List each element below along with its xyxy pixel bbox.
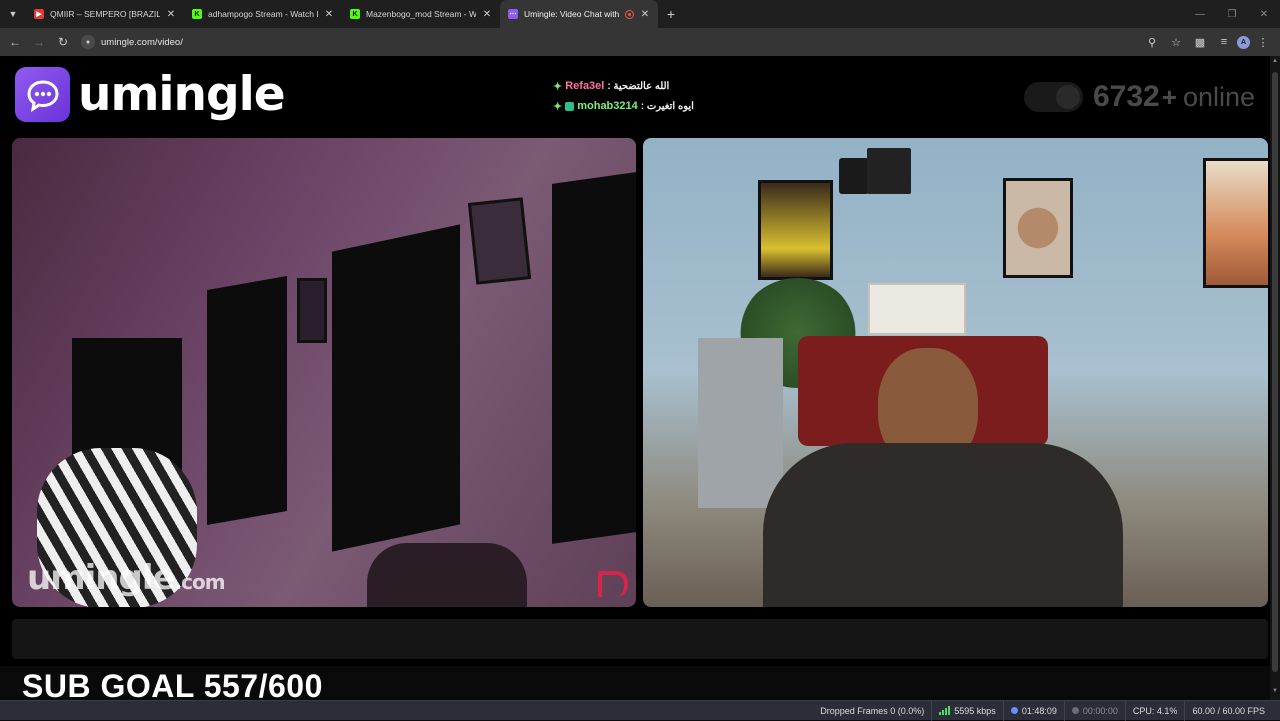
scroll-down-icon[interactable]: ▼ — [1270, 688, 1280, 698]
record-time: 00:00:00 — [1063, 700, 1125, 721]
sub-goal-overlay: SUB GOAL 557/600 — [22, 668, 323, 700]
tab-kick-mazenbogo[interactable]: K Mazenbogo_mod Stream - Wa ✕ — [342, 0, 500, 28]
person — [763, 348, 1123, 607]
chat-username: Refa3el — [565, 80, 605, 92]
tab-youtube[interactable]: ▶ QMIIR – SEMPERO [BRAZILIAN ✕ — [26, 0, 184, 28]
browser-tab-bar: ▼ ▶ QMIIR – SEMPERO [BRAZILIAN ✕ K adham… — [0, 0, 1280, 28]
forward-icon[interactable]: → — [27, 28, 51, 56]
webpage: umingle ✦ Refa3el الله عالتضحية : ✦ moha… — [0, 56, 1280, 700]
youtube-icon: ▶ — [34, 9, 44, 19]
bookmark-star-icon[interactable]: ☆ — [1165, 28, 1187, 56]
wall-frame — [467, 197, 532, 285]
cpu-usage: CPU: 4.1% — [1124, 700, 1185, 721]
back-icon[interactable]: ← — [3, 28, 27, 56]
close-tab-icon[interactable]: ✕ — [482, 9, 492, 20]
restore-icon[interactable]: ❐ — [1216, 0, 1248, 28]
chat-bubble-icon — [15, 67, 70, 122]
new-tab-button[interactable]: + — [658, 6, 684, 22]
fps: 60.00 / 60.00 FPS — [1184, 700, 1272, 721]
umingle-logo[interactable]: umingle — [15, 67, 286, 122]
online-label: online — [1182, 81, 1255, 112]
url-text: umingle.com/video/ — [101, 36, 183, 48]
toolbar-actions: ⚲ ☆ ▩ ≡ A ⋮ — [1141, 28, 1274, 56]
obs-status-bar: Dropped Frames 0 (0.0%) 5595 kbps 01:48:… — [0, 700, 1280, 721]
scroll-up-icon[interactable]: ▲ — [1270, 58, 1280, 68]
record-status-icon — [1071, 707, 1079, 714]
stream-time: 01:48:09 — [1002, 700, 1064, 721]
close-tab-icon[interactable]: ✕ — [640, 9, 650, 20]
poster-face — [1003, 178, 1073, 278]
poster-basketball — [758, 180, 833, 280]
dropped-frames: Dropped Frames 0 (0.0%) — [820, 705, 925, 716]
online-count: 6732 — [1093, 80, 1160, 113]
extensions-icon[interactable]: ▩ — [1189, 28, 1211, 56]
stream-status-icon — [1010, 707, 1018, 714]
acoustic-panel — [207, 275, 287, 526]
window-controls: — ❐ ✕ — [1184, 0, 1280, 28]
tab-title: Mazenbogo_mod Stream - Wa — [366, 9, 476, 19]
logo-text: umingle — [78, 67, 286, 122]
kick-icon: K — [192, 9, 202, 19]
stranger-video: umingle.com — [12, 138, 636, 607]
chat-line: ✦ mohab3214 ايوه اتغيرت : — [553, 96, 694, 116]
zoom-icon[interactable]: ⚲ — [1141, 28, 1163, 56]
tab-title: QMIIR – SEMPERO [BRAZILIAN — [50, 9, 160, 19]
acoustic-panel — [332, 224, 460, 552]
online-plus: + — [1161, 81, 1177, 112]
kick-icon: K — [350, 9, 360, 19]
chat-input-area[interactable] — [12, 619, 1268, 659]
page-scrollbar[interactable]: ▲ ▼ — [1270, 56, 1280, 700]
bitrate: 5595 kbps — [931, 700, 1003, 721]
close-window-icon[interactable]: ✕ — [1248, 0, 1280, 28]
close-tab-icon[interactable]: ✕ — [324, 9, 334, 20]
chat-message: ايوه اتغيرت : — [640, 100, 694, 112]
tab-kick-adhampogo[interactable]: K adhampogo Stream - Watch Li ✕ — [184, 0, 342, 28]
umingle-watermark: umingle.com — [27, 558, 226, 598]
recording-icon — [625, 9, 634, 19]
tab-title: Umingle: Video Chat with S — [524, 9, 619, 19]
scrollbar-thumb[interactable] — [1272, 72, 1278, 672]
address-bar-row: ← → ↻ ● umingle.com/video/ ⚲ ☆ ▩ ≡ A ⋮ — [0, 28, 1280, 56]
profile-avatar[interactable]: A — [1237, 35, 1250, 49]
shelf-box — [867, 148, 911, 194]
tab-umingle[interactable]: ⋯ Umingle: Video Chat with S ✕ — [500, 0, 658, 28]
poster-art — [1203, 158, 1268, 288]
sparkle-icon: ✦ — [553, 80, 563, 93]
speaker — [839, 158, 869, 194]
dark-chair — [367, 543, 527, 607]
site-info-icon[interactable]: ● — [81, 35, 95, 49]
chat-line: ✦ Refa3el الله عالتضحية : — [553, 76, 694, 96]
chat-overlay: ✦ Refa3el الله عالتضحية : ✦ mohab3214 اي… — [553, 76, 694, 116]
signal-bars-icon — [939, 706, 951, 715]
toggle-switch[interactable] — [1024, 82, 1083, 112]
umingle-icon: ⋯ — [508, 9, 518, 19]
reload-icon[interactable]: ↻ — [51, 28, 75, 56]
acoustic-panel — [552, 172, 636, 544]
menu-kebab-icon[interactable]: ⋮ — [1252, 28, 1274, 56]
chat-message: الله عالتضحية : — [607, 80, 670, 92]
chat-username: mohab3214 — [577, 100, 638, 112]
sparkle-icon: ✦ — [553, 100, 563, 113]
tab-search-button[interactable]: ▼ — [0, 0, 26, 28]
online-indicator: 6732 + online — [1024, 80, 1255, 114]
tab-title: adhampogo Stream - Watch Li — [208, 9, 318, 19]
minimize-icon[interactable]: — — [1184, 0, 1216, 28]
media-controls-icon[interactable]: ≡ — [1213, 28, 1235, 56]
wall-frame — [297, 278, 327, 343]
close-tab-icon[interactable]: ✕ — [166, 9, 176, 20]
whiteboard — [868, 283, 966, 335]
report-flag-icon[interactable] — [598, 571, 628, 597]
self-video — [643, 138, 1268, 607]
url-field[interactable]: ● umingle.com/video/ — [81, 35, 183, 49]
badge-icon — [565, 101, 575, 111]
